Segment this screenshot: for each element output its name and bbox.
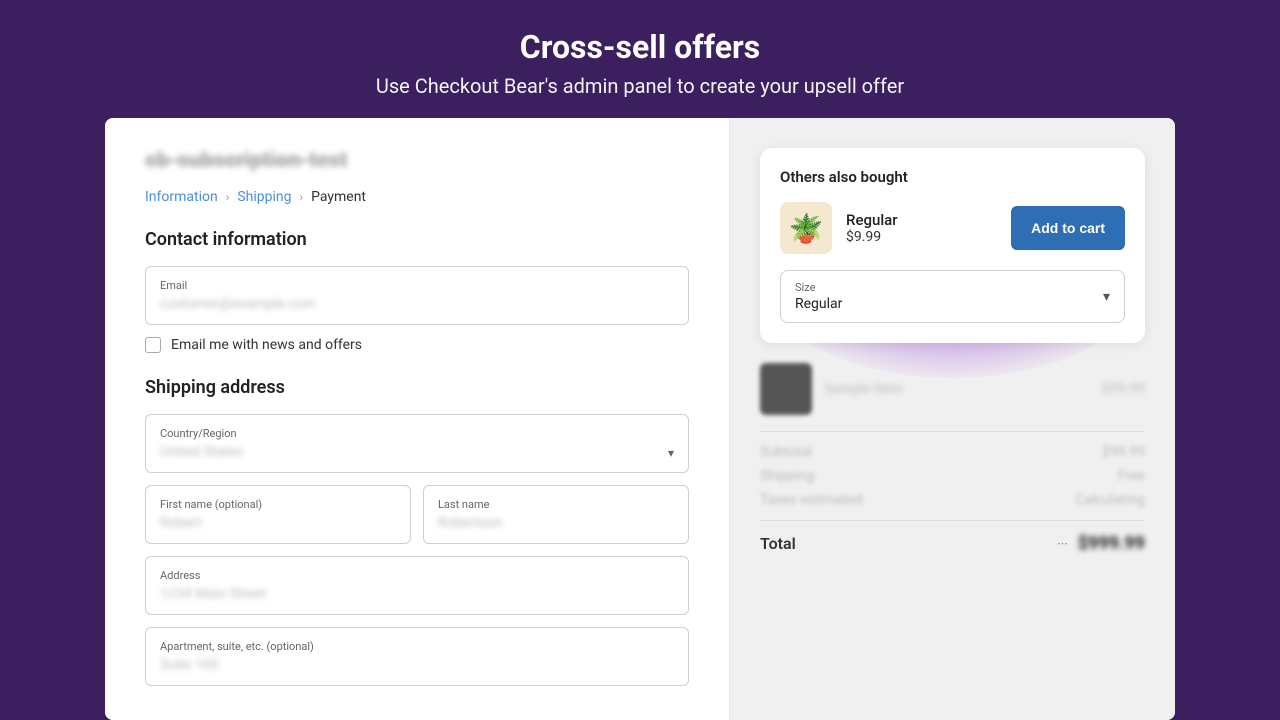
order-panel: Others also bought 🪴 Regular $9.99 Add t… <box>730 118 1175 720</box>
address-field[interactable]: Address 1234 Main Street <box>145 556 689 615</box>
country-select[interactable]: Country/Region United States ▾ <box>145 414 689 473</box>
shipping-section-title: Shipping address <box>145 377 689 398</box>
shipping-row: Shipping Free <box>760 468 1145 484</box>
last-name-value: Robertson <box>438 515 674 531</box>
newsletter-label: Email me with news and offers <box>171 337 362 353</box>
page-header: Cross-sell offers Use Checkout Bear's ad… <box>356 0 924 118</box>
apt-value: Suite 100 <box>160 657 674 673</box>
shipping-label: Shipping <box>760 468 814 484</box>
apt-field[interactable]: Apartment, suite, etc. (optional) Suite … <box>145 627 689 686</box>
taxes-row: Taxes estimated Calculating <box>760 492 1145 508</box>
newsletter-checkbox-row[interactable]: Email me with news and offers <box>145 337 689 353</box>
breadcrumb: Information › Shipping › Payment <box>145 189 689 205</box>
total-row: Total ··· $999.99 <box>760 533 1145 554</box>
store-name: cb-subscription-test <box>145 148 689 173</box>
total-divider <box>760 520 1145 521</box>
order-divider <box>760 431 1145 432</box>
breadcrumb-shipping[interactable]: Shipping <box>237 189 291 205</box>
subtotal-value: $99.99 <box>1102 444 1145 460</box>
contact-section-title: Contact information <box>145 229 689 250</box>
breadcrumb-sep-1: › <box>226 190 230 204</box>
total-value: $999.99 <box>1078 533 1145 554</box>
main-container: cb-subscription-test Information › Shipp… <box>105 118 1175 720</box>
address-label: Address <box>160 569 674 582</box>
first-name-field[interactable]: First name (optional) Robert <box>145 485 411 544</box>
order-item-name: Sample Item <box>824 381 1090 397</box>
email-label: Email <box>160 279 674 292</box>
country-value: United States <box>160 444 668 460</box>
subtotal-label: Subtotal <box>760 444 812 460</box>
email-field[interactable]: Email customer@example.com <box>145 266 689 325</box>
subtotal-row: Subtotal $99.99 <box>760 444 1145 460</box>
shipping-value: Free <box>1118 468 1145 484</box>
page-title: Cross-sell offers <box>376 28 904 66</box>
first-name-label: First name (optional) <box>160 498 396 511</box>
shipping-section: Shipping address Country/Region United S… <box>145 377 689 686</box>
last-name-label: Last name <box>438 498 674 511</box>
size-chevron-icon: ▾ <box>1103 289 1110 305</box>
address-value: 1234 Main Street <box>160 586 674 602</box>
crosssell-product-row: 🪴 Regular $9.99 Add to cart <box>780 202 1125 254</box>
apt-label: Apartment, suite, etc. (optional) <box>160 640 674 653</box>
size-select[interactable]: Size Regular ▾ <box>780 270 1125 323</box>
newsletter-checkbox[interactable] <box>145 337 161 353</box>
name-row: First name (optional) Robert Last name R… <box>145 485 689 544</box>
total-dots: ··· <box>1057 537 1068 551</box>
page-subtitle: Use Checkout Bear's admin panel to creat… <box>376 74 904 98</box>
last-name-field[interactable]: Last name Robertson <box>423 485 689 544</box>
size-label: Size <box>795 281 842 294</box>
product-image: 🪴 <box>780 202 832 254</box>
order-item-image <box>760 363 812 415</box>
add-to-cart-button[interactable]: Add to cart <box>1011 206 1125 250</box>
product-name: Regular <box>846 211 997 229</box>
country-chevron-icon: ▾ <box>668 446 674 460</box>
total-label: Total <box>760 534 796 553</box>
taxes-value: Calculating <box>1075 492 1145 508</box>
product-price: $9.99 <box>846 229 997 245</box>
size-value: Regular <box>795 296 842 312</box>
product-info: Regular $9.99 <box>846 211 997 245</box>
checkout-panel: cb-subscription-test Information › Shipp… <box>105 118 730 720</box>
breadcrumb-information[interactable]: Information <box>145 189 218 205</box>
breadcrumb-sep-2: › <box>300 190 304 204</box>
first-name-value: Robert <box>160 515 396 531</box>
country-label: Country/Region <box>160 427 668 440</box>
crosssell-card: Others also bought 🪴 Regular $9.99 Add t… <box>760 148 1145 343</box>
breadcrumb-payment[interactable]: Payment <box>311 189 366 205</box>
order-item: Sample Item $99.99 <box>760 363 1145 415</box>
order-item-price: $99.99 <box>1102 381 1145 397</box>
email-value: customer@example.com <box>160 296 674 312</box>
taxes-label: Taxes estimated <box>760 492 863 508</box>
crosssell-title: Others also bought <box>780 168 1125 186</box>
